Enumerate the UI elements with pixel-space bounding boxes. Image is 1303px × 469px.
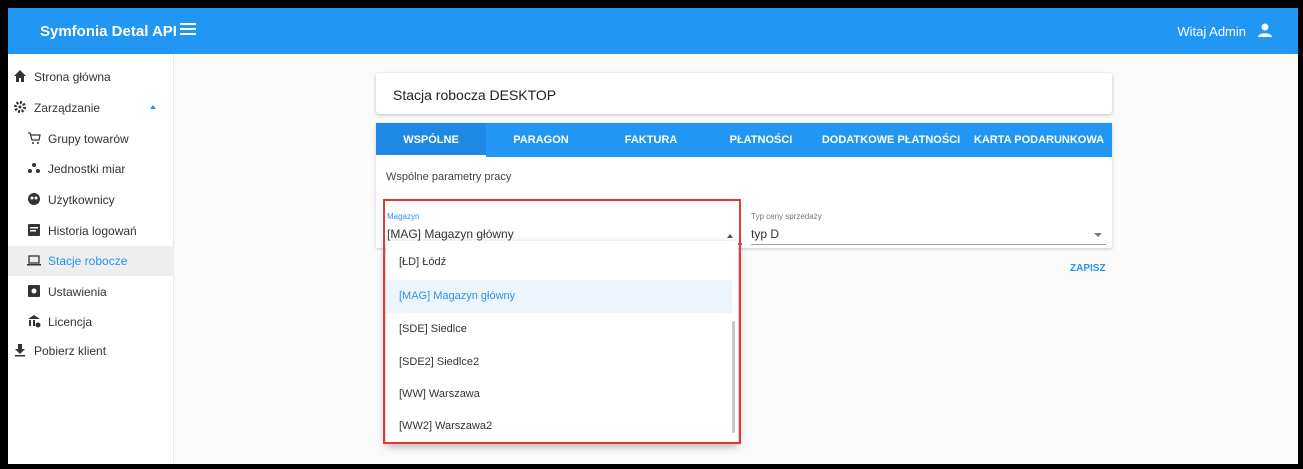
user-greeting: Witaj Admin — [1177, 24, 1246, 39]
sidebar-item-label: Pobierz klient — [34, 344, 107, 358]
warehouse-label: Magazyn — [387, 212, 420, 221]
sidebar-item-product-groups[interactable]: Grupy towarów — [8, 124, 174, 154]
chevron-up-icon — [727, 234, 733, 238]
dropdown-option-selected[interactable]: [MAG] Magazyn główny — [386, 280, 732, 313]
license-icon — [28, 315, 41, 328]
dots-icon — [28, 163, 40, 173]
sidebar: Strona główna Zarządzanie Grupy towarów … — [8, 54, 174, 464]
dropdown-option[interactable]: [WW] Warszawa — [386, 378, 732, 411]
sidebar-item-workstations[interactable]: Stacje robocze — [8, 246, 174, 276]
tab-gift-card[interactable]: KARTA PODARUNKOWA — [966, 123, 1112, 157]
cart-icon — [28, 132, 41, 144]
sidebar-item-label: Ustawienia — [48, 285, 107, 299]
app-window: Symfonia Detal API Witaj Admin Strona gł… — [8, 8, 1298, 464]
sidebar-item-label: Strona główna — [34, 70, 111, 84]
section-title: Wspólne parametry pracy — [386, 171, 512, 183]
sidebar-item-label: Jednostki miar — [48, 162, 126, 176]
tab-bar: WSPÓLNE PARAGON FAKTURA PŁATNOŚCI DODATK… — [376, 123, 1112, 157]
gear-icon — [14, 101, 26, 113]
sidebar-item-label: Stacje robocze — [48, 254, 128, 268]
settings-panel: WSPÓLNE PARAGON FAKTURA PŁATNOŚCI DODATK… — [376, 123, 1112, 248]
laptop-icon — [27, 255, 41, 266]
option-label: [SDE2] Siedlce2 — [399, 356, 480, 368]
tab-receipt[interactable]: PARAGON — [486, 123, 596, 157]
page-title: Stacja robocza DESKTOP — [393, 87, 557, 103]
dropdown-option[interactable]: [SDE] Siedlce — [386, 313, 732, 346]
option-label: [ŁD] Łódź — [399, 256, 447, 268]
dropdown-option[interactable]: [WW2] Warszawa2 — [386, 410, 732, 443]
warehouse-value: [MAG] Magazyn główny — [387, 227, 514, 241]
price-type-value: typ D — [751, 227, 780, 241]
sidebar-item-label: Użytkownicy — [48, 193, 115, 207]
hamburger-menu-icon[interactable] — [180, 23, 196, 37]
download-icon — [15, 344, 25, 357]
workstation-header-card: Stacja robocza DESKTOP — [376, 73, 1112, 114]
sidebar-item-home[interactable]: Strona główna — [8, 62, 174, 92]
sidebar-item-label: Historia logowań — [48, 224, 137, 238]
tab-additional-payments[interactable]: DODATKOWE PŁATNOŚCI — [816, 123, 966, 157]
sidebar-item-label: Grupy towarów — [48, 132, 129, 146]
price-type-label: Typ ceny sprzedaży — [751, 212, 822, 221]
sidebar-item-label: Zarządzanie — [34, 101, 101, 115]
warehouse-dropdown-menu: [ŁD] Łódź [MAG] Magazyn główny [SDE] Sie… — [386, 241, 738, 443]
sidebar-item-units[interactable]: Jednostki miar — [8, 154, 174, 184]
price-type-underline — [751, 244, 1106, 245]
settings-box-icon — [28, 285, 40, 297]
option-label: [SDE] Siedlce — [399, 323, 467, 335]
history-icon — [28, 224, 40, 236]
home-icon — [14, 70, 26, 82]
dropdown-scrollbar[interactable] — [732, 321, 735, 433]
sidebar-item-settings[interactable]: Ustawienia — [8, 277, 174, 307]
sidebar-item-users[interactable]: Użytkownicy — [8, 185, 174, 215]
sidebar-item-login-history[interactable]: Historia logowań — [8, 216, 174, 246]
sidebar-item-download-client[interactable]: Pobierz klient — [8, 336, 174, 366]
dropdown-option[interactable]: [SDE2] Siedlce2 — [386, 346, 732, 379]
option-label: [WW] Warszawa — [399, 388, 480, 400]
tab-payments[interactable]: PŁATNOŚCI — [706, 123, 816, 157]
option-label: [MAG] Magazyn główny — [399, 290, 516, 302]
tab-invoice[interactable]: FAKTURA — [596, 123, 706, 157]
dropdown-option[interactable]: [ŁD] Łódź — [386, 246, 732, 279]
sidebar-item-management[interactable]: Zarządzanie — [8, 93, 174, 123]
app-title: Symfonia Detal API — [40, 23, 177, 40]
users-icon — [28, 193, 40, 205]
sidebar-item-license[interactable]: Licencja — [8, 307, 174, 337]
user-icon[interactable] — [1256, 21, 1274, 39]
tab-common[interactable]: WSPÓLNE — [376, 123, 486, 157]
option-label: [WW2] Warszawa2 — [399, 420, 493, 432]
sidebar-item-label: Licencja — [48, 315, 93, 329]
chevron-up-icon — [150, 105, 156, 109]
chevron-down-icon — [1094, 233, 1102, 237]
save-button[interactable]: ZAPISZ — [1070, 263, 1106, 274]
top-app-bar: Symfonia Detal API Witaj Admin — [8, 8, 1298, 54]
